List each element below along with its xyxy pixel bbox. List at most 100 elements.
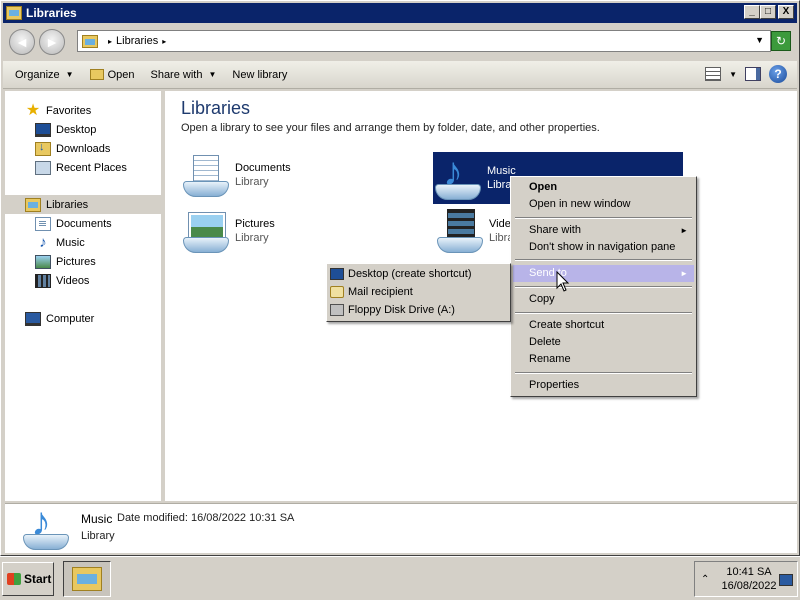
submenu-arrow-icon: ►: [680, 269, 688, 278]
documents-library-icon: [181, 151, 229, 199]
nav-label: Favorites: [46, 104, 92, 117]
new-library-button[interactable]: New library: [224, 61, 295, 88]
menu-open-new-window[interactable]: Open in new window: [513, 196, 694, 213]
pictures-icon: [35, 254, 51, 269]
nav-libraries[interactable]: Libraries: [5, 195, 161, 214]
sendto-mail[interactable]: Mail recipient: [330, 283, 508, 301]
clock[interactable]: 10:41 SA 16/08/2022: [719, 565, 779, 593]
nav-label: Recent Places: [56, 161, 127, 174]
nav-label: Libraries: [46, 198, 89, 211]
forward-button[interactable]: ►: [39, 29, 65, 55]
folder-open-icon: [89, 69, 104, 80]
breadcrumb-separator-icon[interactable]: ▸: [108, 37, 112, 46]
menu-send-to[interactable]: Send to ►: [513, 265, 694, 282]
mail-icon: [330, 286, 344, 298]
nav-videos[interactable]: Videos: [5, 271, 161, 290]
command-bar: Organize ▼ Open Share with ▼ New library…: [3, 61, 797, 89]
computer-icon: [25, 311, 41, 326]
library-name: Pictures: [235, 218, 275, 230]
refresh-button[interactable]: ↻: [771, 31, 791, 51]
address-history-dropdown[interactable]: ▼: [755, 35, 764, 45]
chevron-down-icon: ▼: [208, 70, 217, 79]
nav-music[interactable]: ♪ Music: [5, 233, 161, 252]
library-name: Documents: [235, 162, 291, 174]
menu-share-with[interactable]: Share with ►: [513, 222, 694, 239]
sendto-desktop[interactable]: Desktop (create shortcut): [330, 265, 508, 283]
breadcrumb-chevron-icon[interactable]: ▸: [162, 37, 166, 46]
details-type: Library: [81, 530, 115, 542]
close-button[interactable]: X: [778, 5, 794, 19]
send-to-submenu: Desktop (create shortcut) Mail recipient…: [326, 263, 511, 322]
library-folder-icon: [72, 567, 102, 591]
nav-downloads[interactable]: Downloads: [5, 139, 161, 158]
sendto-floppy[interactable]: Floppy Disk Drive (A:): [330, 301, 508, 319]
library-type: Library: [235, 232, 269, 244]
menu-open[interactable]: Open: [513, 179, 694, 196]
menu-separator: [515, 286, 692, 288]
menu-properties[interactable]: Properties: [513, 377, 694, 394]
menu-delete[interactable]: Delete: [513, 334, 694, 351]
documents-icon: [35, 216, 51, 231]
menu-label: Desktop (create shortcut): [348, 268, 472, 280]
share-with-menu[interactable]: Share with ▼: [142, 61, 224, 88]
pictures-library-icon: [181, 207, 229, 255]
menu-separator: [515, 372, 692, 374]
submenu-arrow-icon: ►: [680, 226, 688, 235]
view-options-dropdown[interactable]: ▼: [729, 70, 737, 79]
details-modified: Date modified: 16/08/2022 10:31 SA: [117, 512, 294, 524]
menu-separator: [515, 217, 692, 219]
details-name: Music: [81, 512, 113, 526]
taskbar-explorer-button[interactable]: [63, 561, 111, 597]
details-pane: Music Date modified: 16/08/2022 10:31 SA…: [5, 500, 797, 553]
open-button[interactable]: Open: [82, 61, 143, 88]
page-title: Libraries: [181, 98, 251, 118]
open-label: Open: [107, 68, 135, 81]
title-bar[interactable]: Libraries _ □ X: [3, 3, 797, 23]
preview-pane-icon[interactable]: [745, 67, 761, 81]
menu-label: Floppy Disk Drive (A:): [348, 304, 455, 316]
nav-recent-places[interactable]: Recent Places: [5, 158, 161, 177]
menu-separator: [515, 259, 692, 261]
library-documents[interactable]: Documents Library: [181, 149, 421, 201]
menu-label: Mail recipient: [348, 286, 413, 298]
clock-date: 16/08/2022: [721, 580, 777, 592]
nav-computer[interactable]: Computer: [5, 309, 161, 328]
nav-documents[interactable]: Documents: [5, 214, 161, 233]
nav-pictures[interactable]: Pictures: [5, 252, 161, 271]
network-icon[interactable]: [779, 574, 793, 586]
start-button[interactable]: Start: [2, 562, 54, 596]
menu-rename[interactable]: Rename: [513, 351, 694, 368]
breadcrumb-libraries[interactable]: Libraries: [116, 35, 158, 47]
details-modified-label: Date modified:: [117, 512, 188, 524]
desktop-icon: [35, 122, 51, 137]
menu-label: Share with: [529, 224, 581, 236]
library-pictures[interactable]: Pictures Library: [181, 205, 421, 257]
minimize-button[interactable]: _: [744, 5, 760, 19]
videos-library-icon: [435, 207, 483, 255]
menu-copy[interactable]: Copy: [513, 291, 694, 308]
back-button[interactable]: ◄: [9, 29, 35, 55]
menu-dont-show[interactable]: Don't show in navigation pane: [513, 239, 694, 256]
windows-flag-icon: [7, 573, 21, 585]
nav-label: Desktop: [56, 123, 97, 136]
window-title: Libraries: [26, 6, 77, 20]
show-hidden-icons-button[interactable]: ⌃: [701, 574, 709, 585]
help-icon[interactable]: ?: [769, 65, 787, 83]
star-icon: ★: [25, 101, 41, 119]
film-strip-icon: [35, 273, 51, 288]
address-bar[interactable]: ▸ Libraries ▸ ▼: [77, 30, 771, 52]
menu-separator: [515, 312, 692, 314]
nav-favorites[interactable]: ★ Favorites: [5, 101, 161, 120]
nav-desktop[interactable]: Desktop: [5, 120, 161, 139]
change-view-icon[interactable]: [705, 67, 722, 81]
library-folder-icon: [25, 197, 41, 212]
recent-places-icon: [35, 160, 51, 175]
address-row: ◄ ► ▸ Libraries ▸ ▼ ↻: [3, 25, 797, 59]
navigation-pane: ★ Favorites Desktop Downloads Recent Pla…: [5, 91, 163, 501]
organize-menu[interactable]: Organize ▼: [3, 61, 82, 88]
window-controls: _ □ X: [744, 5, 794, 19]
maximize-button[interactable]: □: [760, 5, 776, 19]
context-menu: Open Open in new window Share with ► Don…: [510, 176, 697, 397]
menu-create-shortcut[interactable]: Create shortcut: [513, 317, 694, 334]
nav-label: Downloads: [56, 142, 111, 155]
